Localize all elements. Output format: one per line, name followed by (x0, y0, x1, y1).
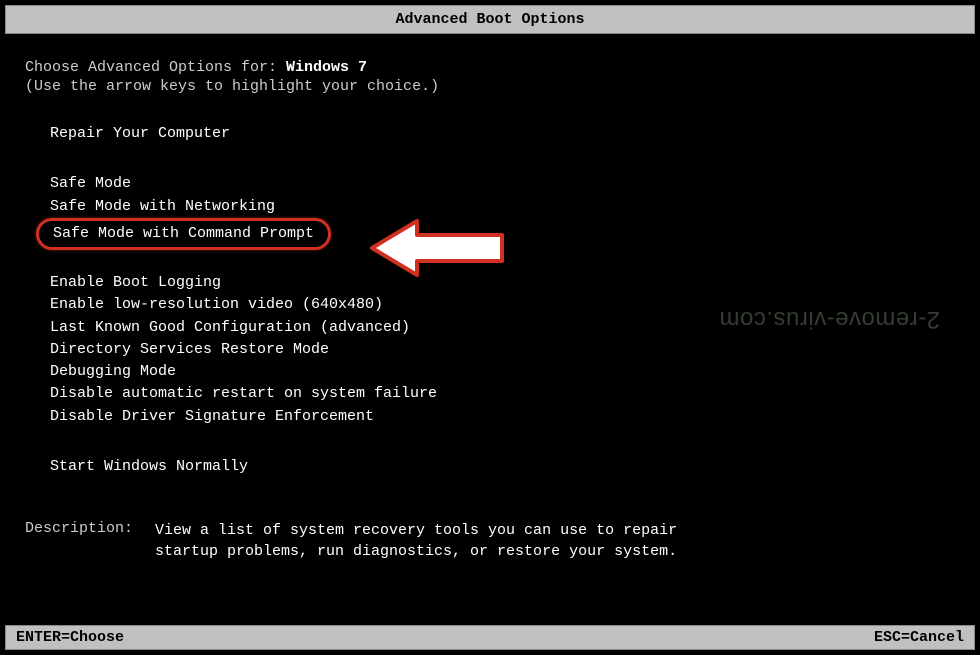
os-name: Windows 7 (286, 59, 367, 76)
prompt-line: Choose Advanced Options for: Windows 7 (25, 59, 955, 76)
description-label: Description: (25, 520, 155, 562)
prompt-prefix: Choose Advanced Options for: (25, 59, 286, 76)
title-bar: Advanced Boot Options (5, 5, 975, 34)
option-boot-logging[interactable]: Enable Boot Logging (44, 272, 227, 294)
option-safe-mode-networking[interactable]: Safe Mode with Networking (44, 196, 281, 218)
group-safe-modes: Safe Mode Safe Mode with Networking Safe… (50, 173, 955, 250)
option-last-known-good[interactable]: Last Known Good Configuration (advanced) (44, 317, 416, 339)
group-advanced: Enable Boot Logging Enable low-resolutio… (50, 272, 955, 428)
option-start-normally[interactable]: Start Windows Normally (44, 456, 254, 478)
description-text: View a list of system recovery tools you… (155, 520, 715, 562)
option-low-res-video[interactable]: Enable low-resolution video (640x480) (44, 294, 389, 316)
content-area: Choose Advanced Options for: Windows 7 (… (0, 39, 980, 582)
footer-bar: ENTER=Choose ESC=Cancel (5, 625, 975, 650)
option-disable-driver-sig[interactable]: Disable Driver Signature Enforcement (44, 406, 380, 428)
option-disable-auto-restart[interactable]: Disable automatic restart on system fail… (44, 383, 443, 405)
option-ds-restore[interactable]: Directory Services Restore Mode (44, 339, 335, 361)
description-block: Description: View a list of system recov… (25, 520, 955, 562)
footer-esc: ESC=Cancel (874, 629, 964, 646)
title-text: Advanced Boot Options (395, 11, 584, 28)
group-repair: Repair Your Computer (50, 123, 955, 145)
option-debugging[interactable]: Debugging Mode (44, 361, 182, 383)
group-normal: Start Windows Normally (50, 456, 955, 478)
option-safe-mode-command-prompt[interactable]: Safe Mode with Command Prompt (36, 218, 331, 250)
option-repair[interactable]: Repair Your Computer (44, 123, 236, 145)
footer-enter: ENTER=Choose (16, 629, 124, 646)
hint-line: (Use the arrow keys to highlight your ch… (25, 78, 955, 95)
option-safe-mode[interactable]: Safe Mode (44, 173, 137, 195)
